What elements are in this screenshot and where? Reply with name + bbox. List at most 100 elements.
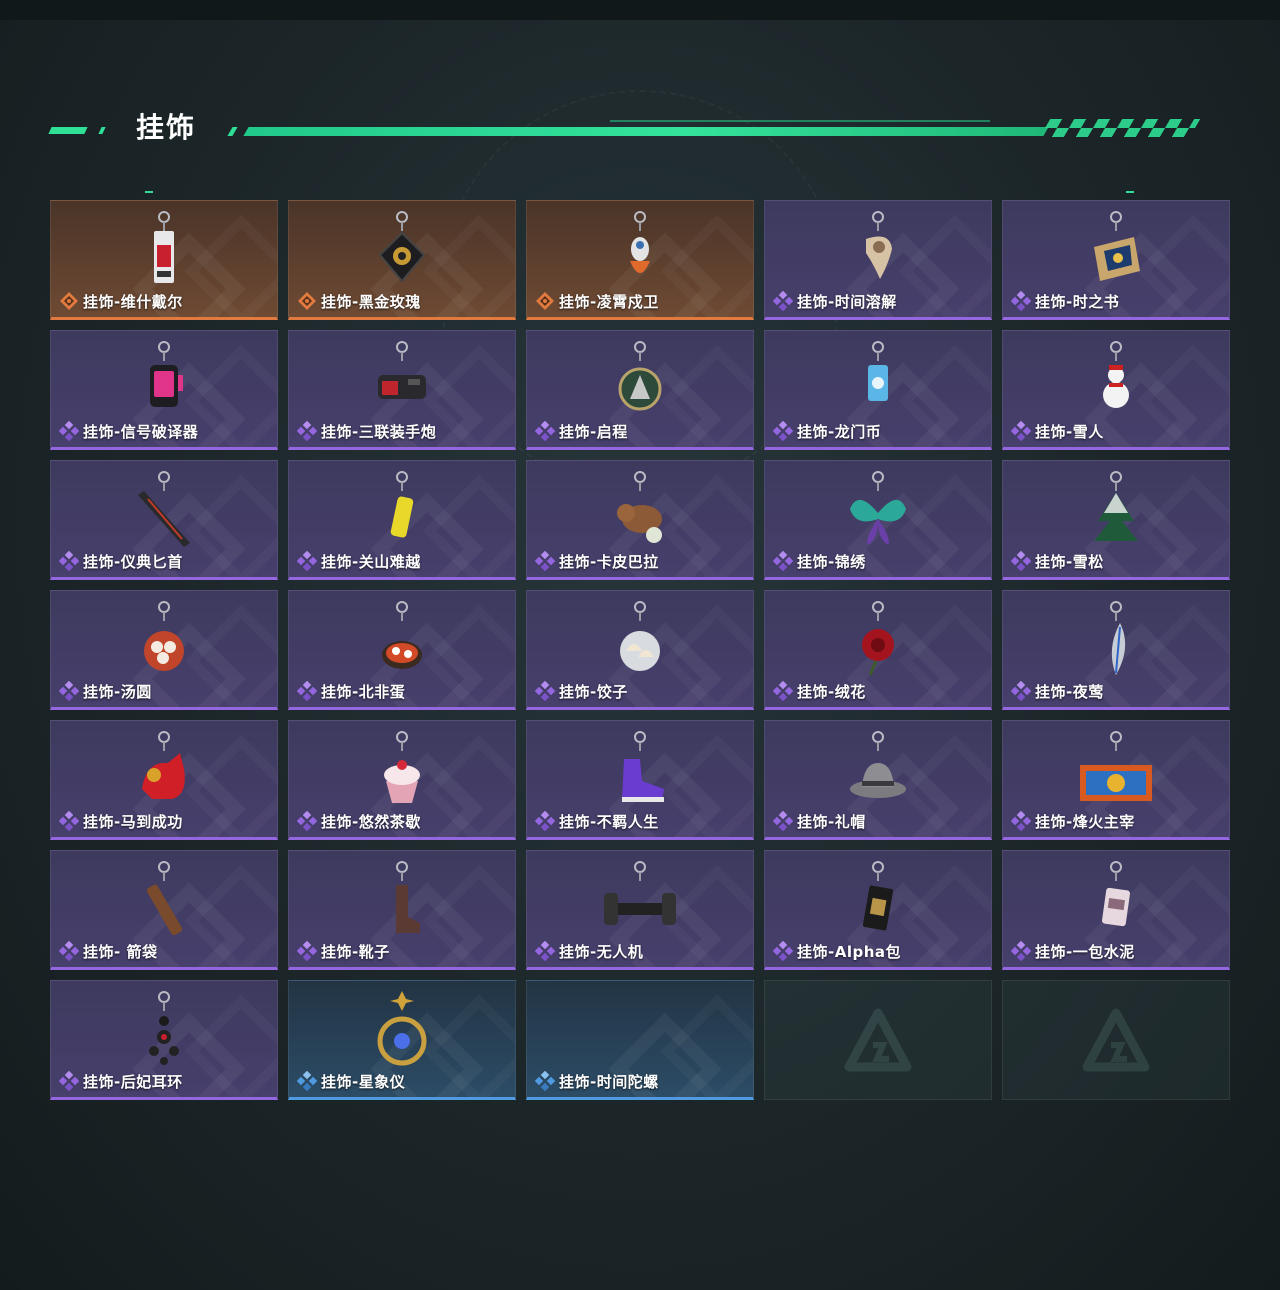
rarity-orange-icon [535, 291, 555, 311]
charm-card[interactable]: 挂饰-启程 [526, 330, 754, 450]
charm-card[interactable]: 挂饰-汤圆 [50, 590, 278, 710]
card-label: 挂饰-时间溶解 [773, 291, 897, 311]
charm-card[interactable]: 挂饰-时间溶解 [764, 200, 992, 320]
red-horse-charm-icon [124, 729, 204, 819]
rarity-purple-icon [773, 291, 793, 311]
rarity-purple-icon [535, 941, 555, 961]
black-rose-charm-icon [362, 209, 442, 299]
charm-card[interactable]: 挂饰-礼帽 [764, 720, 992, 840]
rarity-purple-icon [1011, 681, 1031, 701]
hand-cannon-charm-icon [362, 339, 442, 429]
charm-name: 挂饰-靴子 [321, 942, 390, 961]
card-label: 挂饰-礼帽 [773, 811, 866, 831]
feather-charm-icon [1076, 599, 1156, 689]
charm-card[interactable]: 挂饰-关山难越 [288, 460, 516, 580]
charm-name: 挂饰-关山难越 [321, 552, 421, 571]
header-checker-pattern [1039, 119, 1201, 137]
rarity-blue-icon [297, 1071, 317, 1091]
charm-name: 挂饰-Alpha包 [797, 942, 902, 961]
card-label: 挂饰-马到成功 [59, 811, 183, 831]
charm-card[interactable]: 挂饰-饺子 [526, 590, 754, 710]
header-accent-dash [98, 127, 106, 134]
sneaker-charm-icon [600, 729, 680, 819]
rarity-purple-icon [1011, 941, 1031, 961]
charm-name: 挂饰-悠然茶歇 [321, 812, 421, 831]
charm-card[interactable]: 挂饰-烽火主宰 [1002, 720, 1230, 840]
capybara-charm-icon [600, 469, 680, 559]
charm-card[interactable]: 挂饰-信号破译器 [50, 330, 278, 450]
rarity-purple-icon [773, 811, 793, 831]
charm-name: 挂饰-三联装手炮 [321, 422, 437, 441]
charm-name: 挂饰-饺子 [559, 682, 628, 701]
charm-card[interactable]: 挂饰-靴子 [288, 850, 516, 970]
rarity-purple-icon [59, 421, 79, 441]
charm-card[interactable]: 挂饰-绒花 [764, 590, 992, 710]
charm-name: 挂饰-烽火主宰 [1035, 812, 1135, 831]
shakshuka-pan-charm-icon [362, 599, 442, 689]
charm-name: 挂饰-黑金玫瑰 [321, 292, 421, 311]
keycard-charm-icon [124, 209, 204, 299]
charm-card[interactable]: 挂饰-黑金玫瑰 [288, 200, 516, 320]
charm-card[interactable]: 挂饰-锦绣 [764, 460, 992, 580]
empty-slot-logo-icon [843, 1005, 913, 1075]
charm-card[interactable]: 挂饰-三联装手炮 [288, 330, 516, 450]
rarity-purple-icon [773, 941, 793, 961]
charm-name: 挂饰-卡皮巴拉 [559, 552, 659, 571]
charm-name: 挂饰-汤圆 [83, 682, 152, 701]
charm-card[interactable]: 挂饰-时间陀螺 [526, 980, 754, 1100]
charm-card[interactable]: 挂饰- 箭袋 [50, 850, 278, 970]
card-label: 挂饰-Alpha包 [773, 941, 901, 961]
card-label: 挂饰-三联装手炮 [297, 421, 436, 441]
header-accent-bar [243, 127, 1049, 136]
charm-card[interactable]: 挂饰-一包水泥 [1002, 850, 1230, 970]
charm-card[interactable]: 挂饰-后妃耳环 [50, 980, 278, 1100]
header-accent-line [610, 120, 990, 122]
charm-card[interactable]: 挂饰-星象仪 [288, 980, 516, 1100]
drone-charm-icon [600, 859, 680, 949]
charm-name: 挂饰-礼帽 [797, 812, 866, 831]
corner-mark [1126, 191, 1134, 193]
card-label: 挂饰-星象仪 [297, 1071, 405, 1091]
charm-card[interactable]: 挂饰-悠然茶歇 [288, 720, 516, 840]
dumpling-bowl-charm-icon [124, 599, 204, 689]
charm-card[interactable]: 挂饰-马到成功 [50, 720, 278, 840]
butterfly-charm-icon [838, 469, 918, 559]
card-label: 挂饰-雪人 [1011, 421, 1104, 441]
charm-name: 挂饰-无人机 [559, 942, 644, 961]
rarity-purple-icon [773, 681, 793, 701]
melting-clock-charm-icon [838, 209, 918, 299]
charm-card[interactable]: 挂饰-无人机 [526, 850, 754, 970]
charm-card[interactable]: 挂饰-北非蛋 [288, 590, 516, 710]
charm-name: 挂饰-时间溶解 [797, 292, 897, 311]
card-label: 挂饰-绒花 [773, 681, 866, 701]
charm-card[interactable]: 挂饰-不羁人生 [526, 720, 754, 840]
alpha-pack-charm-icon [838, 859, 918, 949]
card-label: 挂饰-夜莺 [1011, 681, 1104, 701]
charm-card[interactable]: 挂饰-雪松 [1002, 460, 1230, 580]
charm-name: 挂饰-北非蛋 [321, 682, 406, 701]
charm-card[interactable]: 挂饰-龙门币 [764, 330, 992, 450]
empty-charm-slot [764, 980, 992, 1100]
charm-card[interactable]: 挂饰-时之书 [1002, 200, 1230, 320]
yellow-can-charm-icon [362, 469, 442, 559]
rarity-purple-icon [59, 681, 79, 701]
charm-name: 挂饰- 箭袋 [83, 942, 158, 961]
charm-card[interactable]: 挂饰-夜莺 [1002, 590, 1230, 710]
cement-bag-charm-icon [1076, 859, 1156, 949]
dagger-charm-icon [124, 469, 204, 559]
rarity-purple-icon [1011, 811, 1031, 831]
charm-card[interactable]: 挂饰-维什戴尔 [50, 200, 278, 320]
snowman-charm-icon [1076, 339, 1156, 429]
empty-slot-logo-icon [1081, 1005, 1151, 1075]
charm-card[interactable]: 挂饰-雪人 [1002, 330, 1230, 450]
book-charm-icon [1076, 209, 1156, 299]
charm-name: 挂饰-龙门币 [797, 422, 882, 441]
charm-card[interactable]: 挂饰-Alpha包 [764, 850, 992, 970]
astrolabe-charm-icon [362, 989, 442, 1079]
charm-name: 挂饰-凌霄戍卫 [559, 292, 659, 311]
charm-card[interactable]: 挂饰-卡皮巴拉 [526, 460, 754, 580]
charm-name: 挂饰-锦绣 [797, 552, 866, 571]
charm-card[interactable]: 挂饰-仪典匕首 [50, 460, 278, 580]
rarity-purple-icon [773, 421, 793, 441]
charm-card[interactable]: 挂饰-凌霄戍卫 [526, 200, 754, 320]
